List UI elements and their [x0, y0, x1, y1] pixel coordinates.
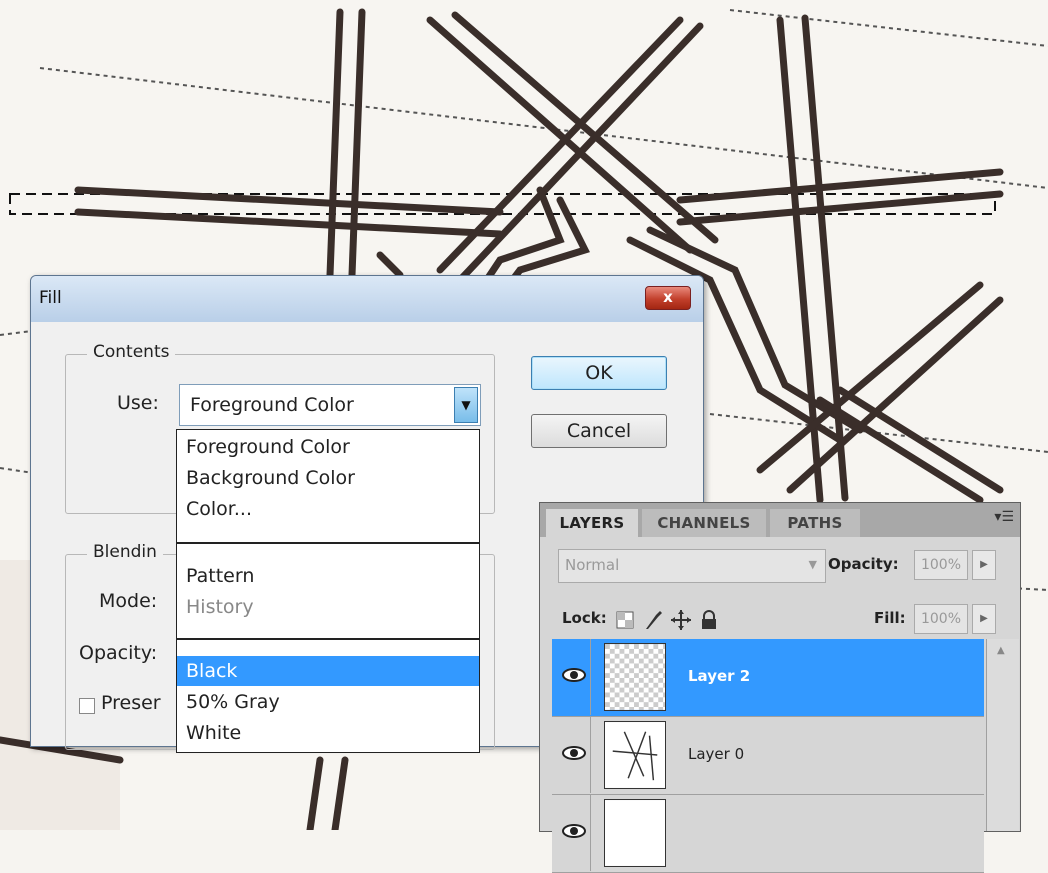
dropdown-item-history: History — [186, 596, 254, 618]
lock-label: Lock: — [562, 609, 607, 627]
visibility-toggle[interactable] — [556, 795, 591, 871]
blending-legend: Blendin — [87, 542, 163, 562]
dialog-titlebar[interactable]: Fill x — [31, 276, 703, 322]
fill-label: Fill: — [874, 609, 906, 627]
mode-label: Mode: — [99, 590, 158, 612]
use-select[interactable]: Foreground Color ▼ — [179, 384, 481, 426]
fill-field[interactable]: 100% — [914, 604, 968, 634]
blend-mode-value: Normal — [565, 556, 620, 574]
panel-tab-bar: LAYERS CHANNELS PATHS ▾☰ — [540, 503, 1020, 537]
use-select-value: Foreground Color — [190, 394, 354, 416]
close-button[interactable]: x — [645, 286, 691, 310]
layer-name: Layer 2 — [688, 667, 751, 685]
layer-list: Layer 2 Layer 0 — [552, 639, 984, 873]
preserve-transparency-checkbox[interactable] — [79, 698, 95, 714]
cancel-button[interactable]: Cancel — [531, 414, 667, 448]
chevron-down-icon[interactable]: ▼ — [454, 387, 478, 423]
dropdown-item-background-color[interactable]: Background Color — [177, 463, 479, 493]
fill-slider-toggle[interactable]: ▶ — [972, 604, 996, 634]
dropdown-item-color[interactable]: Color... — [177, 494, 479, 524]
eye-icon — [562, 824, 586, 838]
use-label: Use: — [117, 392, 159, 414]
layer-thumbnail — [604, 643, 666, 711]
visibility-toggle[interactable] — [556, 639, 591, 715]
layer-row-layer-2[interactable]: Layer 2 — [552, 639, 984, 717]
dropdown-item-white[interactable]: White — [177, 718, 479, 748]
chevron-down-icon[interactable]: ▼ — [809, 558, 817, 571]
contents-legend: Contents — [87, 342, 176, 362]
blend-mode-select[interactable]: Normal ▼ — [558, 549, 826, 583]
scroll-up-icon[interactable]: ▲ — [997, 645, 1005, 656]
use-dropdown-list: Foreground Color Background Color Color.… — [176, 429, 480, 753]
layer-thumbnail — [604, 721, 666, 789]
layers-panel: LAYERS CHANNELS PATHS ▾☰ Normal ▼ Opacit… — [539, 502, 1021, 873]
layers-scrollbar[interactable]: ▲ — [986, 639, 1019, 831]
opacity-label: Opacity: — [79, 642, 158, 664]
preserve-label: Preser — [101, 692, 161, 714]
tab-channels[interactable]: CHANNELS — [642, 509, 766, 537]
opacity-field[interactable]: 100% — [914, 550, 968, 580]
layer-row[interactable] — [552, 795, 984, 873]
tab-layers[interactable]: LAYERS — [546, 509, 638, 537]
dropdown-item-foreground-color[interactable]: Foreground Color — [177, 432, 479, 462]
opacity-label: Opacity: — [828, 555, 899, 573]
close-icon: x — [663, 288, 673, 306]
lock-position-icon[interactable] — [670, 609, 692, 631]
panel-menu-icon[interactable]: ▾☰ — [994, 509, 1014, 525]
dropdown-separator — [177, 638, 479, 640]
tab-paths[interactable]: PATHS — [770, 509, 860, 537]
ok-button[interactable]: OK — [531, 356, 667, 390]
dropdown-separator — [177, 542, 479, 544]
lock-transparent-pixels-icon[interactable] — [614, 609, 636, 631]
dialog-title: Fill — [39, 288, 62, 308]
layer-name: Layer 0 — [688, 745, 745, 763]
opacity-slider-toggle[interactable]: ▶ — [972, 550, 996, 580]
dropdown-item-pattern[interactable]: Pattern — [177, 561, 479, 591]
eye-icon — [562, 746, 586, 760]
visibility-toggle[interactable] — [556, 717, 591, 793]
eye-icon — [562, 668, 586, 682]
layer-row-layer-0[interactable]: Layer 0 — [552, 717, 984, 795]
lock-image-pixels-icon[interactable] — [642, 609, 664, 631]
dropdown-item-50-gray[interactable]: 50% Gray — [177, 687, 479, 717]
layer-thumbnail — [604, 799, 666, 867]
dropdown-item-black[interactable]: Black — [177, 656, 479, 686]
lock-all-icon[interactable] — [698, 609, 720, 631]
